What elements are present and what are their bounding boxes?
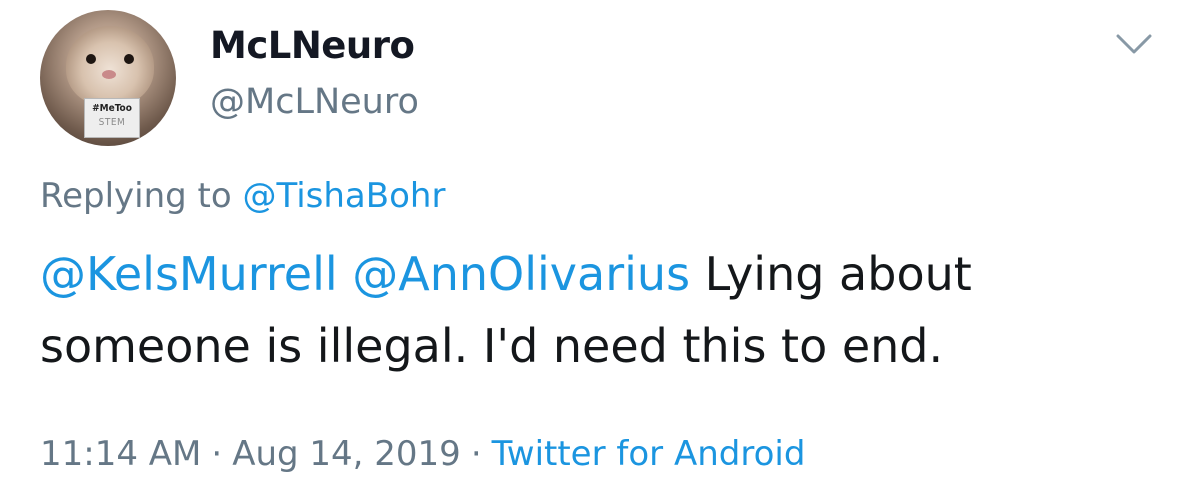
chevron-down-icon bbox=[1116, 34, 1152, 54]
mention-annolivarius[interactable]: @AnnOlivarius bbox=[352, 247, 690, 301]
meta-separator-1: · bbox=[211, 434, 223, 474]
replying-to-mention[interactable]: @TishaBohr bbox=[243, 176, 446, 216]
avatar-sign-text-1: #MeToo bbox=[92, 103, 132, 114]
tweet-menu-button[interactable] bbox=[1112, 28, 1156, 60]
author-handle[interactable]: @McLNeuro bbox=[210, 82, 419, 122]
tweet-time[interactable]: 11:14 AM bbox=[40, 434, 201, 474]
meta-separator-2: · bbox=[470, 434, 482, 474]
tweet-text: @KelsMurrell @AnnOlivarius Lying about s… bbox=[40, 238, 1170, 382]
replying-to-prefix: Replying to bbox=[40, 176, 232, 216]
author-display-name[interactable]: McLNeuro bbox=[210, 24, 415, 67]
tweet-meta: 11:14 AM · Aug 14, 2019 · Twitter for Androi… bbox=[40, 434, 805, 474]
avatar-sign-text-2: STEM bbox=[98, 117, 126, 128]
tweet-date[interactable]: Aug 14, 2019 bbox=[232, 434, 461, 474]
avatar-sign: #MeToo STEM bbox=[84, 98, 140, 138]
avatar-nose bbox=[102, 70, 116, 79]
replying-to-line: Replying to @TishaBohr bbox=[40, 176, 445, 216]
avatar-eye-left bbox=[86, 54, 96, 64]
tweet-card: #MeToo STEM McLNeuro @McLNeuro Replying … bbox=[0, 0, 1200, 502]
avatar[interactable]: #MeToo STEM bbox=[40, 10, 176, 146]
avatar-eye-right bbox=[124, 54, 134, 64]
avatar-hamster-face bbox=[66, 26, 154, 106]
mention-kelsmurrell[interactable]: @KelsMurrell bbox=[40, 247, 338, 301]
tweet-source[interactable]: Twitter for Android bbox=[492, 434, 806, 474]
